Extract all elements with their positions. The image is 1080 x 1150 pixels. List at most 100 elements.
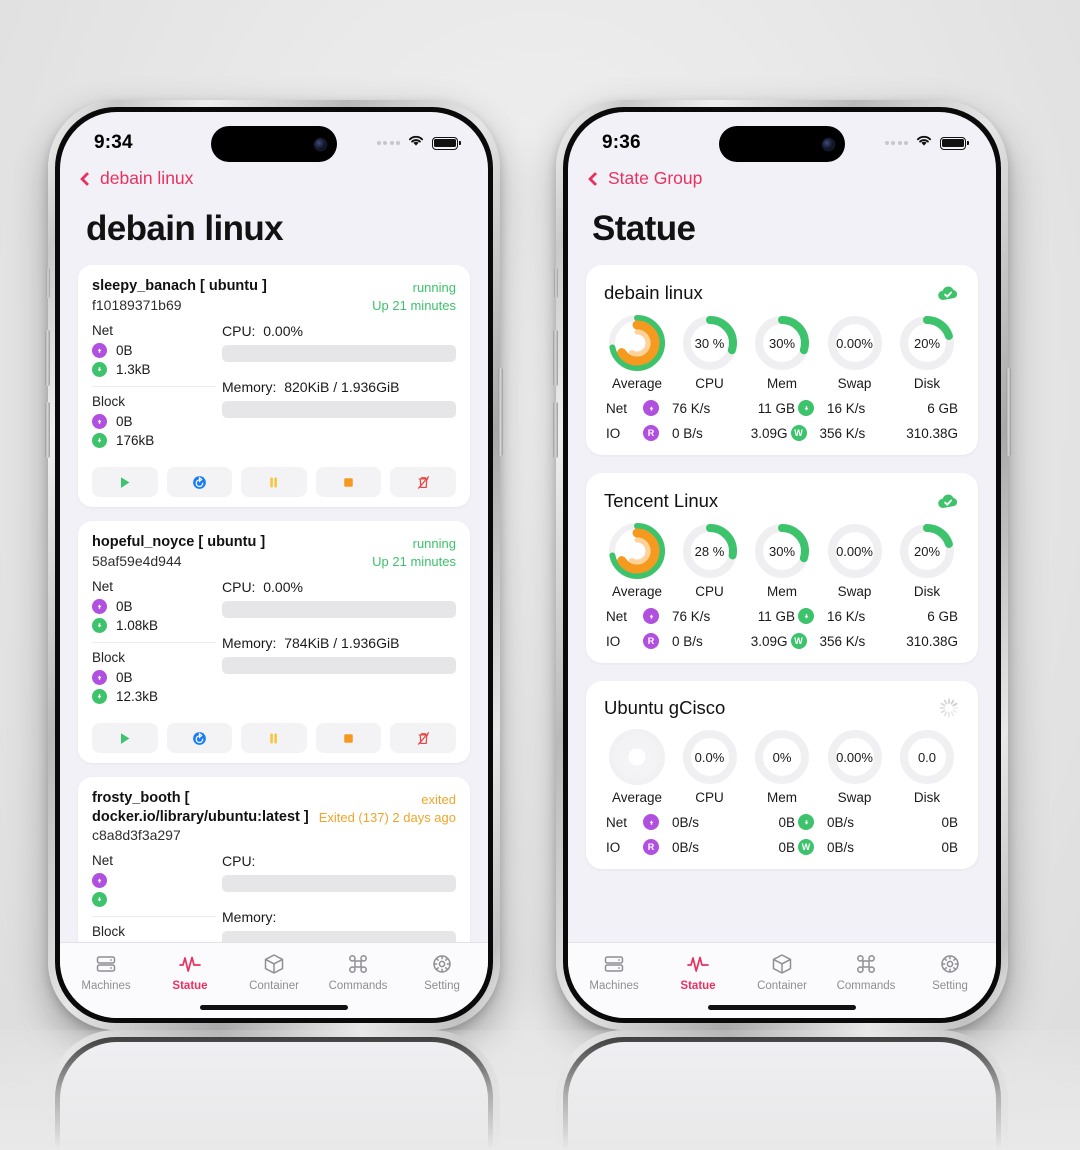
memory-meter-block: Memory: — [222, 909, 456, 942]
status-badge: running Up 21 minutes — [366, 533, 456, 570]
dynamic-island — [719, 126, 845, 162]
host-stat-card[interactable]: Ubuntu gCisco Average 0.0% CPU 0% Mem 0.… — [586, 681, 978, 869]
stat-value-2: 356 K/s — [819, 633, 866, 649]
volume-up-button[interactable] — [553, 330, 558, 386]
gauge-value: 30% — [768, 543, 796, 559]
stat-value-2: 0B/s — [827, 839, 855, 855]
tab-setting[interactable]: Setting — [908, 951, 992, 992]
tab-machines[interactable]: Machines — [572, 951, 656, 992]
stat-value-1: 0B/s — [672, 839, 700, 855]
host-stat-card[interactable]: Tencent Linux Average 28 % CPU 30% Mem 0… — [586, 473, 978, 663]
stat-value-mid: 11 GB — [757, 400, 795, 416]
volume-up-button[interactable] — [45, 330, 50, 386]
play-button[interactable] — [92, 467, 158, 498]
cpu-progress-bar — [222, 601, 456, 619]
gauge-label: Swap — [837, 376, 872, 391]
tab-label: Container — [757, 980, 807, 992]
badge-up-arrow — [643, 608, 659, 624]
tab-bar-left[interactable]: Machines Statue Container Commands Setti… — [60, 942, 488, 996]
block-label: Block — [92, 650, 126, 666]
restart-button[interactable] — [166, 467, 233, 498]
home-indicator-right — [568, 996, 996, 1018]
reflection-right: Machines Statue Container Commands Setti… — [556, 1030, 1008, 1150]
volume-down-button[interactable] — [45, 402, 50, 458]
phone-bezel: 9:36 State Group Statue debain linux Ave… — [563, 107, 1001, 1023]
tab-setting[interactable]: Setting — [400, 951, 484, 992]
container-list[interactable]: sleepy_banach [ ubuntu ] f10189371b69 ru… — [60, 265, 488, 942]
up-arrow — [92, 599, 107, 615]
power-button[interactable] — [498, 368, 503, 456]
cloud-check-icon — [936, 489, 960, 513]
volume-down-button[interactable] — [553, 402, 558, 458]
delete-button[interactable] — [390, 723, 456, 754]
pulse-icon — [148, 951, 232, 977]
gauge-ring: 30% — [752, 521, 812, 581]
tab-label: Commands — [328, 980, 388, 992]
down-arrow — [92, 618, 107, 634]
gauge-ring: 0.00% — [825, 727, 885, 787]
tab-bar-right[interactable]: Machines Statue Container Commands Setti… — [568, 942, 996, 996]
host-stat-card[interactable]: debain linux Average 30 % CPU 30% Mem 0.… — [586, 265, 978, 455]
container-state: running — [412, 280, 456, 295]
stop-button[interactable] — [315, 723, 382, 754]
tab-commands[interactable]: Commands — [824, 951, 908, 992]
gauge-value: 30% — [768, 335, 796, 351]
silent-switch[interactable] — [554, 268, 558, 298]
io-value: 0B — [116, 414, 133, 430]
cpu-meter-block: CPU: 0.00% — [222, 579, 456, 619]
stat-value-3: 6 GB — [927, 400, 958, 416]
tab-commands[interactable]: Commands — [316, 951, 400, 992]
gauge-label: CPU — [695, 790, 724, 805]
status-bar-right: 9:36 — [568, 112, 996, 166]
play-button[interactable] — [92, 723, 158, 754]
gauge-ring — [607, 313, 667, 373]
host-stats-list[interactable]: debain linux Average 30 % CPU 30% Mem 0.… — [568, 265, 996, 942]
container-uptime: Up 21 minutes — [372, 297, 456, 313]
silent-switch[interactable] — [46, 268, 50, 298]
net-label: Net — [92, 579, 114, 595]
pause-button[interactable] — [241, 467, 307, 498]
tab-machines[interactable]: Machines — [64, 951, 148, 992]
battery-icon — [432, 136, 461, 150]
container-id: 58af59e4d944 — [92, 552, 182, 569]
back-button-left[interactable]: debain linux — [60, 166, 488, 189]
block-label: Block — [92, 394, 126, 410]
io-stats: Net 0B 1.3kB Block 0B 176kB — [92, 323, 216, 455]
container-card[interactable]: sleepy_banach [ ubuntu ] f10189371b69 ru… — [78, 265, 470, 508]
tab-statue[interactable]: Statue — [148, 951, 232, 992]
container-actions[interactable] — [92, 467, 456, 498]
container-card[interactable]: hopeful_noyce [ ubuntu ] 58af59e4d944 ru… — [78, 521, 470, 764]
badge-W: W — [790, 425, 807, 441]
tab-container[interactable]: Container — [232, 951, 316, 992]
stat-value-3: 0B — [941, 814, 958, 830]
phone-right: 9:36 State Group Statue debain linux Ave… — [553, 100, 1011, 1030]
pause-button[interactable] — [241, 723, 307, 754]
gauge-ring — [607, 521, 667, 581]
stop-button[interactable] — [315, 467, 382, 498]
delete-button[interactable] — [390, 467, 456, 498]
block-group: Block 0B 176kB — [92, 386, 216, 455]
container-card[interactable]: frosty_booth [ docker.io/library/ubuntu:… — [78, 777, 470, 942]
stat-value-2: 356 K/s — [819, 425, 866, 441]
tab-statue[interactable]: Statue — [656, 951, 740, 992]
gauge-mem: 0% Mem — [747, 727, 817, 805]
restart-button[interactable] — [166, 723, 233, 754]
tab-container[interactable]: Container — [740, 951, 824, 992]
back-button-right[interactable]: State Group — [568, 166, 996, 189]
stat-value-1: 0B/s — [672, 814, 700, 830]
net-label: Net — [92, 853, 114, 869]
stat-value-mid: 0B — [778, 814, 795, 830]
gauge-ring: 30% — [752, 313, 812, 373]
reflection-left: Machines Statue Container Commands Setti… — [48, 1030, 500, 1150]
io-value: 176kB — [116, 433, 155, 449]
stat-value-mid: 3.09G — [750, 425, 788, 441]
container-actions[interactable] — [92, 723, 456, 754]
stat-value-1: 76 K/s — [672, 608, 711, 624]
gauge-label: Swap — [837, 790, 872, 805]
gauge-value: 30 % — [694, 335, 725, 351]
badge-R: R — [643, 839, 659, 855]
home-indicator-left — [60, 996, 488, 1018]
cpu-label: CPU: 0.00% — [222, 579, 303, 596]
power-button[interactable] — [1006, 368, 1011, 456]
io-row: 176kB — [92, 431, 216, 450]
